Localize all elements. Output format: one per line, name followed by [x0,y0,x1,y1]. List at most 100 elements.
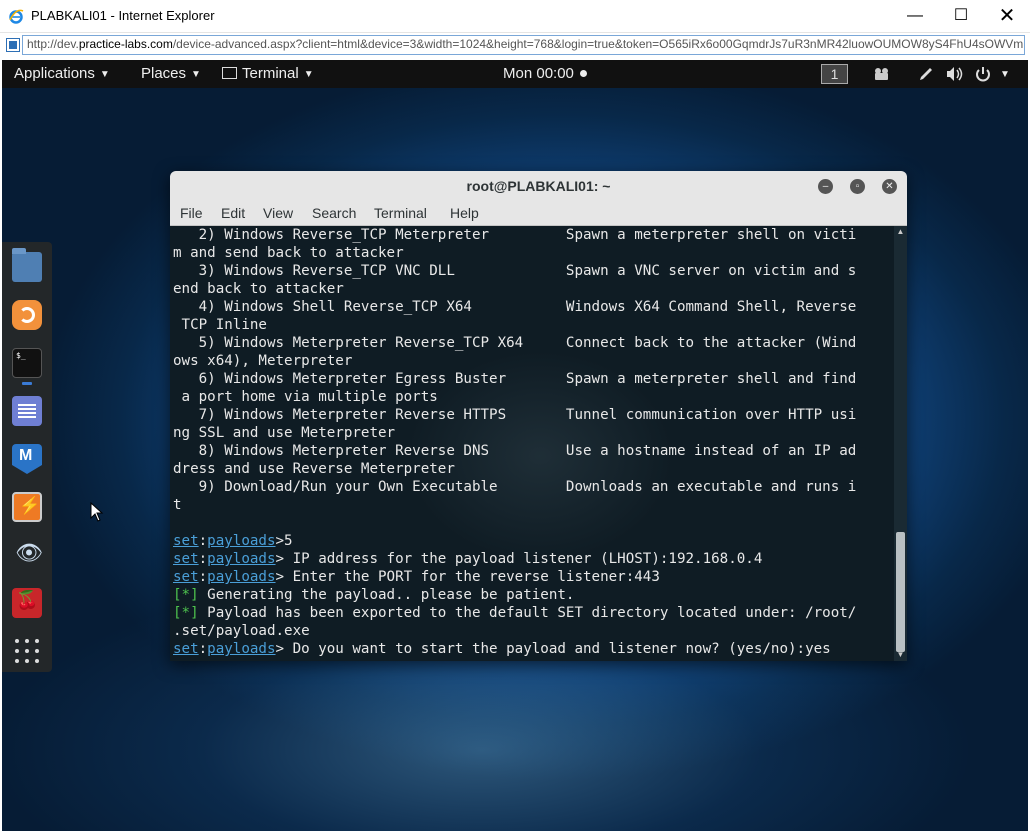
output-text: t [173,497,182,513]
files-icon[interactable] [12,248,42,282]
places-label: Places [141,65,187,82]
prompt-token: set [173,533,199,549]
terminal-line: m and send back to attacker [173,244,893,262]
output-text: 8) Windows Meterpreter Reverse DNS Use a… [173,443,857,459]
clock-label: Mon 00:00 [503,65,574,82]
output-text: end back to attacker [173,281,344,297]
terminal-lines: 2) Windows Reverse_TCP Meterpreter Spawn… [173,226,893,658]
burpsuite-icon[interactable] [12,492,42,522]
output-text: 6) Windows Meterpreter Egress Buster Spa… [173,371,857,387]
terminal-icon [222,67,237,79]
status-marker: [*] [173,587,199,603]
prompt-token: set [173,551,199,567]
metasploit-icon[interactable] [12,444,42,474]
terminal-line: 5) Windows Meterpreter Reverse_TCP X64 C… [173,334,893,352]
terminal-line: set:payloads> Do you want to start the p… [173,640,893,658]
output-text: Generating the payload.. please be patie… [198,587,575,603]
minimize-button[interactable]: — [892,0,938,32]
url-text[interactable]: http://dev.practice-labs.com/device-adva… [27,37,1023,51]
menu-terminal[interactable]: Terminal [374,205,427,221]
terminal-window[interactable]: root@PLABKALI01: ~ – ▫ ✕ File Edit View … [170,171,907,661]
terminal-line: 8) Windows Meterpreter Reverse DNS Use a… [173,442,893,460]
output-text: > Do you want to start the payload and l… [275,641,831,657]
close-button[interactable]: ✕ [984,0,1030,32]
output-text: 2) Windows Reverse_TCP Meterpreter Spawn… [173,227,857,243]
terminal-maximize-button[interactable]: ▫ [850,179,865,194]
volume-icon[interactable] [946,66,964,82]
pen-icon[interactable] [918,66,934,82]
workspace-indicator[interactable]: 1 [821,64,848,84]
output-text: 9) Download/Run your Own Executable Down… [173,479,857,495]
page-icon [6,38,20,52]
applications-menu[interactable]: Applications ▼ [14,65,110,82]
terminal-line: .set/payload.exe [173,622,893,640]
terminal-line: [*] Payload has been exported to the def… [173,604,893,622]
url-prefix: http://dev. [27,37,79,51]
caret-down-icon: ▼ [191,69,201,80]
terminal-line: set:payloads> IP address for the payload… [173,550,893,568]
prompt-token: set [173,641,199,657]
system-menu-caret-icon[interactable]: ▼ [1000,69,1010,80]
output-text: : [198,641,208,657]
caret-down-icon: ▼ [303,69,314,80]
terminal-titlebar[interactable]: root@PLABKALI01: ~ – ▫ ✕ [170,171,907,201]
terminal-menubar: File Edit View Search Terminal Help [170,201,907,226]
terminal-icon[interactable]: $_ [12,348,42,378]
clock[interactable]: Mon 00:00 [503,65,587,82]
status-marker: [*] [173,605,199,621]
maximize-button[interactable]: ☐ [938,0,984,32]
menu-view[interactable]: View [263,205,293,221]
prompt-token: payloads [207,569,276,585]
terminal-close-button[interactable]: ✕ [882,179,897,194]
caret-down-icon: ▼ [99,69,110,80]
scroll-up-icon[interactable]: ▲ [894,226,907,238]
scrollbar-thumb[interactable] [896,532,905,652]
prompt-token: payloads [207,641,276,657]
eye-icon[interactable] [12,540,43,570]
firefox-icon[interactable] [12,300,42,330]
ie-titlebar: PLABKALI01 - Internet Explorer — ☐ ✕ [0,0,1030,33]
output-text: 5) Windows Meterpreter Reverse_TCP X64 C… [173,335,857,351]
output-text: 3) Windows Reverse_TCP VNC DLL Spawn a V… [173,263,857,279]
menu-edit[interactable]: Edit [221,205,245,221]
output-text: >5 [275,533,293,549]
show-apps-icon[interactable] [12,636,42,666]
terminal-minimize-button[interactable]: – [818,179,833,194]
remote-desktop[interactable]: Applications ▼ Places ▼ Terminal ▼ Mon 00:0… [2,60,1028,831]
output-text: .set/payload.exe [173,623,310,639]
output-text: m and send back to attacker [173,245,404,261]
terminal-line: TCP Inline [173,316,893,334]
terminal-app-menu[interactable]: Terminal ▼ [222,65,314,82]
terminal-output[interactable]: 2) Windows Reverse_TCP Meterpreter Spawn… [170,226,907,661]
output-text: 4) Windows Shell Reverse_TCP X64 Windows… [173,299,857,315]
menu-search[interactable]: Search [312,205,356,221]
terminal-line: 4) Windows Shell Reverse_TCP X64 Windows… [173,298,893,316]
terminal-line: 6) Windows Meterpreter Egress Buster Spa… [173,370,893,388]
output-text: 7) Windows Meterpreter Reverse HTTPS Tun… [173,407,857,423]
menu-help[interactable]: Help [450,205,479,221]
output-text: : [198,569,208,585]
gnome-top-bar: Applications ▼ Places ▼ Terminal ▼ Mon 00:0… [2,60,1028,88]
notification-dot-icon [579,70,587,77]
terminal-line: set:payloads>5 [173,532,893,550]
window-title: PLABKALI01 - Internet Explorer [31,8,215,23]
url-rest: /device-advanced.aspx?client=html&device… [172,37,1023,51]
dock: $_ [2,242,52,672]
power-icon[interactable] [975,66,991,82]
output-text: > Enter the PORT for the reverse listene… [275,569,660,585]
terminal-line: 2) Windows Reverse_TCP Meterpreter Spawn… [173,226,893,244]
terminal-title: root@PLABKALI01: ~ [466,178,611,194]
output-text: dress and use Reverse Meterpreter [173,461,455,477]
menu-file[interactable]: File [180,205,203,221]
terminal-line: 7) Windows Meterpreter Reverse HTTPS Tun… [173,406,893,424]
leafpad-icon[interactable] [12,396,42,426]
output-text: TCP Inline [173,317,267,333]
url-domain: practice-labs.com [78,37,173,51]
video-icon[interactable] [873,67,891,81]
places-menu[interactable]: Places ▼ [141,65,201,82]
terminal-line: [*] Generating the payload.. please be p… [173,586,893,604]
scroll-down-icon[interactable]: ▼ [894,649,907,661]
cherrytree-icon[interactable] [12,588,42,618]
prompt-token: payloads [207,533,276,549]
